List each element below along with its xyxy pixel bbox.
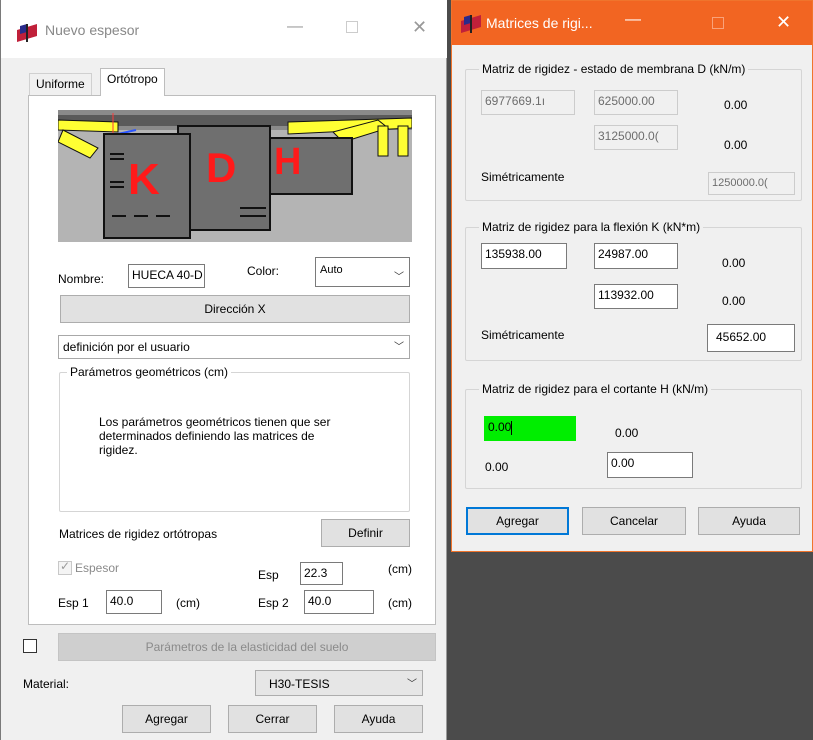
definition-select[interactable]: definición por el usuario ﹀ [58,335,410,359]
tab-uniforme[interactable]: Uniforme [29,73,92,95]
d13-value: 0.00 [724,98,748,112]
agregar-button[interactable]: Agregar [466,507,569,535]
h11-value: 0.00 [488,420,512,434]
esp-input[interactable]: 22.3 [300,562,343,585]
cerrar-button[interactable]: Cerrar [228,705,317,733]
close-icon[interactable]: ✕ [776,12,791,33]
d23-value: 0.00 [724,138,748,152]
direccion-x-button[interactable]: Dirección X [60,295,410,323]
h21-value: 0.00 [485,460,509,474]
agregar-button[interactable]: Agregar [122,705,211,733]
nombre-input[interactable]: HUECA 40-D [128,264,205,288]
k23-value: 0.00 [722,294,746,308]
definition-select-value: definición por el usuario [63,340,190,354]
geom-message: Los parámetros geométricos tienen que se… [99,415,331,457]
esp1-unit: (cm) [176,596,200,610]
matrices-label: Matrices de rigidez ortótropas [59,527,218,541]
d22-field[interactable]: 3125000.0( [594,125,678,150]
matrices-rigidez-window: Matrices de rigi... — ✕ Matriz de rigide… [451,0,813,552]
esp2-label: Esp 2 [258,596,289,610]
maximize-icon[interactable] [712,17,724,29]
k12-field[interactable]: 24987.00 [594,243,678,269]
stiffness-illustration: K D H [58,110,412,242]
color-select-value: Auto [320,264,343,276]
esp-label: Esp [258,568,279,582]
d33-field[interactable]: 1250000.0( [708,172,795,195]
app-icon [461,15,481,33]
h22-field[interactable]: 0.00 [607,452,693,478]
close-icon[interactable]: ✕ [412,17,427,38]
shear-group: Matriz de rigidez para el cortante H (kN… [465,382,802,489]
geom-params-title: Parámetros geométricos (cm) [67,365,232,379]
bending-title: Matriz de rigidez para la flexión K (kN*… [479,220,704,234]
chevron-down-icon: ﹀ [394,272,404,283]
h12-value: 0.00 [615,426,639,440]
cancelar-button[interactable]: Cancelar [582,507,686,535]
window-title: Nuevo espesor [45,22,140,38]
material-label: Material: [23,677,70,691]
esp-unit: (cm) [388,562,412,576]
material-select-value: H30-TESIS [269,677,330,691]
title-bar[interactable]: Nuevo espesor — ✕ [1,0,447,58]
tab-ortotropo[interactable]: Ortótropo [100,68,165,96]
membrane-title: Matriz de rigidez - estado de membrana D… [479,62,749,76]
chevron-down-icon: ﹀ [407,679,417,690]
esp1-input[interactable]: 40.0 [106,590,162,614]
definir-button[interactable]: Definir [321,519,410,547]
membrane-sym-label: Simétricamente [481,170,565,184]
soil-params-button[interactable]: Parámetros de la elasticidad del suelo [58,633,436,661]
d12-field[interactable]: 625000.00 [594,90,678,115]
geom-params-group: Parámetros geométricos (cm) Los parámetr… [59,365,410,512]
esp2-input[interactable]: 40.0 [304,590,374,614]
minimize-icon[interactable]: — [287,18,303,36]
maximize-icon[interactable] [346,21,358,33]
chevron-down-icon: ﹀ [394,342,404,353]
ayuda-button[interactable]: Ayuda [698,507,800,535]
minimize-icon[interactable]: — [625,11,641,29]
h11-field[interactable]: 0.00 [484,416,576,441]
ayuda-button[interactable]: Ayuda [334,705,423,733]
membrane-group: Matriz de rigidez - estado de membrana D… [465,62,802,201]
title-bar[interactable]: Matrices de rigi... — ✕ [452,1,812,45]
soil-checkbox[interactable] [23,639,37,653]
d11-field[interactable]: 6977669.1ı [481,90,575,115]
check-icon: ✓ [60,559,71,573]
k11-field[interactable]: 135938.00 [481,243,567,269]
esp1-label: Esp 1 [58,596,89,610]
bending-sym-label: Simétricamente [481,328,565,342]
letter-d: D [206,144,236,191]
esp2-unit: (cm) [388,596,412,610]
nombre-label: Nombre: [58,272,105,286]
espesor-checkbox[interactable]: ✓ [58,559,72,575]
color-label: Color: [247,264,280,278]
shear-title: Matriz de rigidez para el cortante H (kN… [479,382,712,396]
letter-h: H [274,141,301,183]
material-select[interactable]: H30-TESIS ﹀ [255,670,423,696]
color-select[interactable]: Auto ﹀ [315,257,410,287]
bending-group: Matriz de rigidez para la flexión K (kN*… [465,220,802,361]
letter-k: K [128,155,160,204]
window-title: Matrices de rigi... [486,15,593,31]
k33-field[interactable]: 45652.00 [707,324,795,352]
k22-field[interactable]: 113932.00 [594,284,678,309]
app-icon [17,24,37,42]
nuevo-espesor-window: Nuevo espesor — ✕ Uniforme Ortótropo K D… [0,0,447,740]
k13-value: 0.00 [722,256,746,270]
espesor-label: Espesor [75,561,120,575]
